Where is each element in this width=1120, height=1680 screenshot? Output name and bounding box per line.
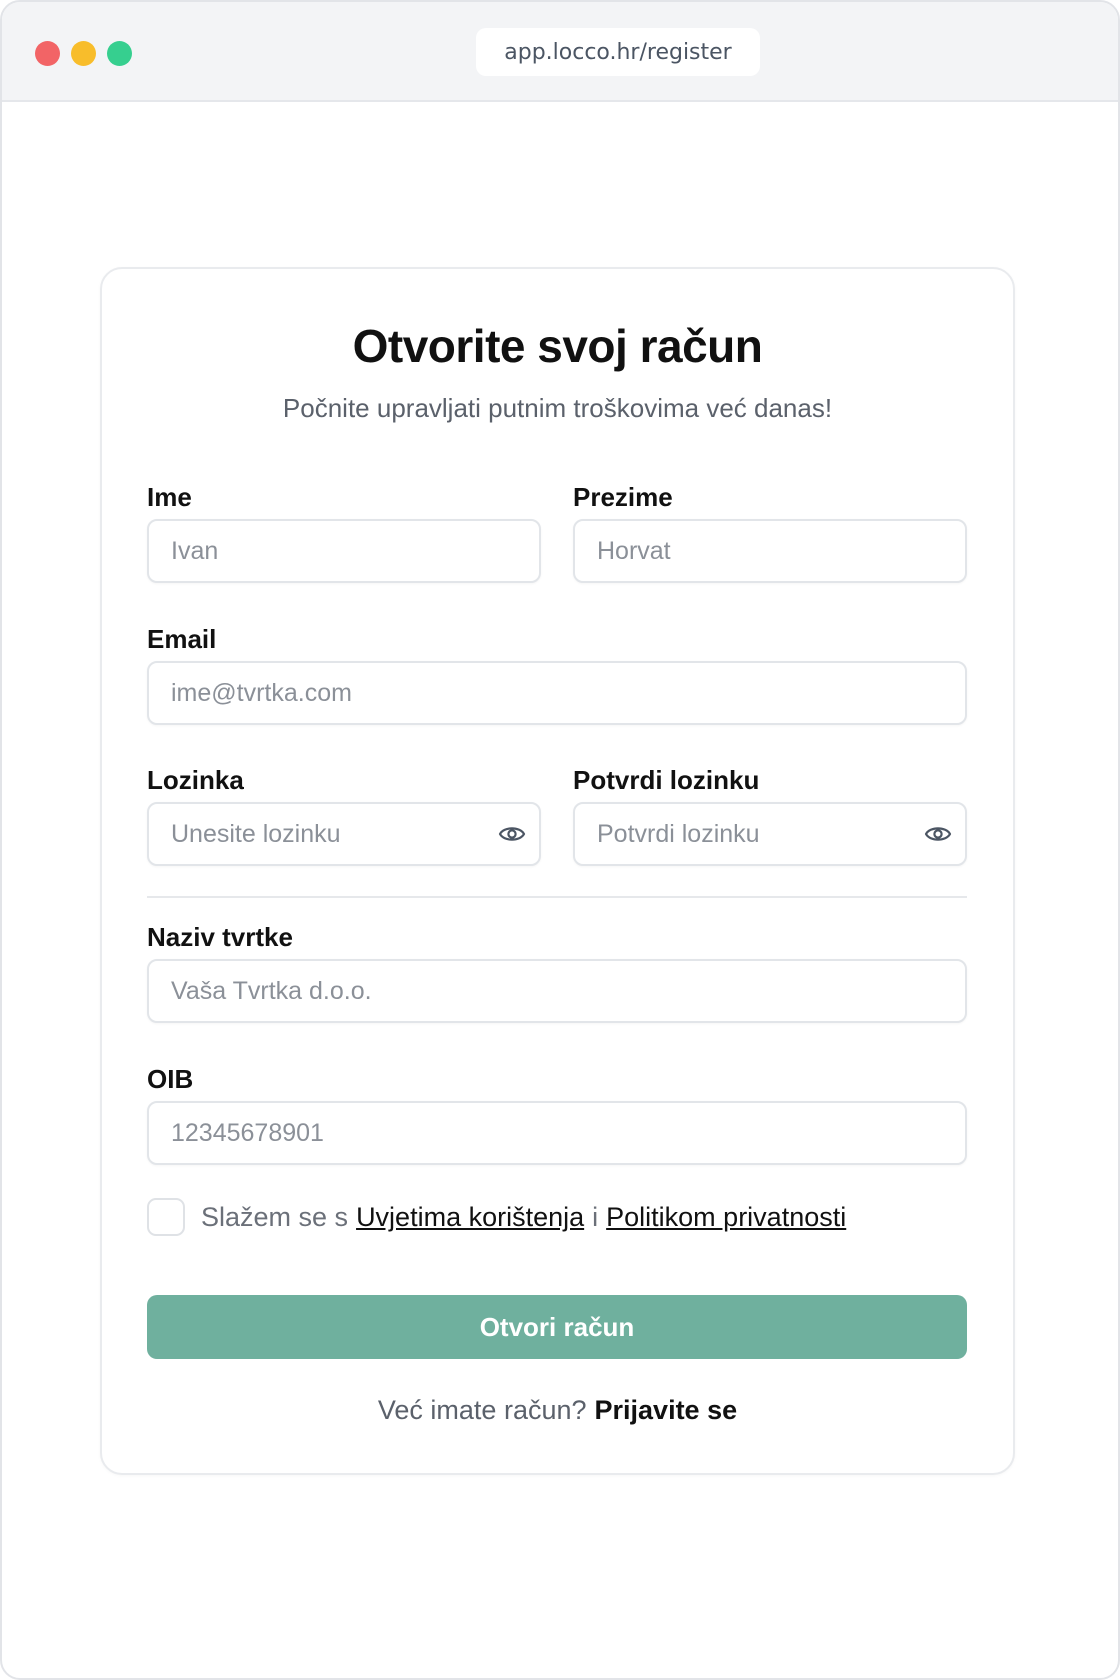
- eye-icon[interactable]: [498, 823, 526, 845]
- login-prompt-line: Već imate račun? Prijavite se: [102, 1395, 1013, 1426]
- terms-checkbox[interactable]: [147, 1198, 185, 1236]
- confirm-password-label: Potvrdi lozinku: [573, 765, 760, 795]
- terms-of-use-link[interactable]: Uvjetima korištenja: [356, 1202, 584, 1233]
- minimize-window-dot[interactable]: [71, 41, 96, 66]
- close-window-dot[interactable]: [35, 41, 60, 66]
- first-name-field: [147, 519, 541, 583]
- login-prompt: Već imate račun?: [377, 1395, 587, 1425]
- first-name-input[interactable]: [149, 521, 539, 581]
- section-divider: [147, 896, 967, 898]
- password-field: [147, 802, 541, 866]
- browser-titlebar: app.locco.hr/register: [2, 2, 1118, 102]
- last-name-field: [573, 519, 967, 583]
- email-label: Email: [147, 624, 217, 654]
- register-card: Otvorite svoj račun Počnite upravljati p…: [100, 267, 1015, 1475]
- address-bar[interactable]: app.locco.hr/register: [476, 28, 760, 76]
- company-input[interactable]: [149, 961, 965, 1021]
- eye-icon[interactable]: [924, 823, 952, 845]
- last-name-label: Prezime: [573, 482, 673, 512]
- privacy-policy-link[interactable]: Politikom privatnosti: [606, 1202, 846, 1233]
- oib-input[interactable]: [149, 1103, 965, 1163]
- company-field: [147, 959, 967, 1023]
- email-field: [147, 661, 967, 725]
- password-label: Lozinka: [147, 765, 244, 795]
- terms-joiner: i: [592, 1201, 599, 1232]
- confirm-password-input[interactable]: [575, 804, 965, 864]
- page-title: Otvorite svoj račun: [352, 320, 763, 372]
- last-name-input[interactable]: [575, 521, 965, 581]
- confirm-password-field: [573, 802, 967, 866]
- browser-window: app.locco.hr/register Otvorite svoj raču…: [0, 0, 1120, 1680]
- password-input[interactable]: [149, 804, 539, 864]
- first-name-label: Ime: [147, 482, 192, 512]
- maximize-window-dot[interactable]: [107, 41, 132, 66]
- oib-field: [147, 1101, 967, 1165]
- login-link[interactable]: Prijavite se: [595, 1395, 738, 1425]
- email-input[interactable]: [149, 663, 965, 723]
- terms-agreement: Slažem se s Uvjetima korištenja i Politi…: [147, 1197, 846, 1237]
- oib-label: OIB: [147, 1064, 194, 1094]
- open-account-button[interactable]: Otvori račun: [147, 1295, 967, 1359]
- page-subtitle: Počnite upravljati putnim troškovima već…: [282, 393, 833, 423]
- terms-prefix: Slažem se s: [201, 1201, 349, 1232]
- company-label: Naziv tvrtke: [147, 922, 293, 952]
